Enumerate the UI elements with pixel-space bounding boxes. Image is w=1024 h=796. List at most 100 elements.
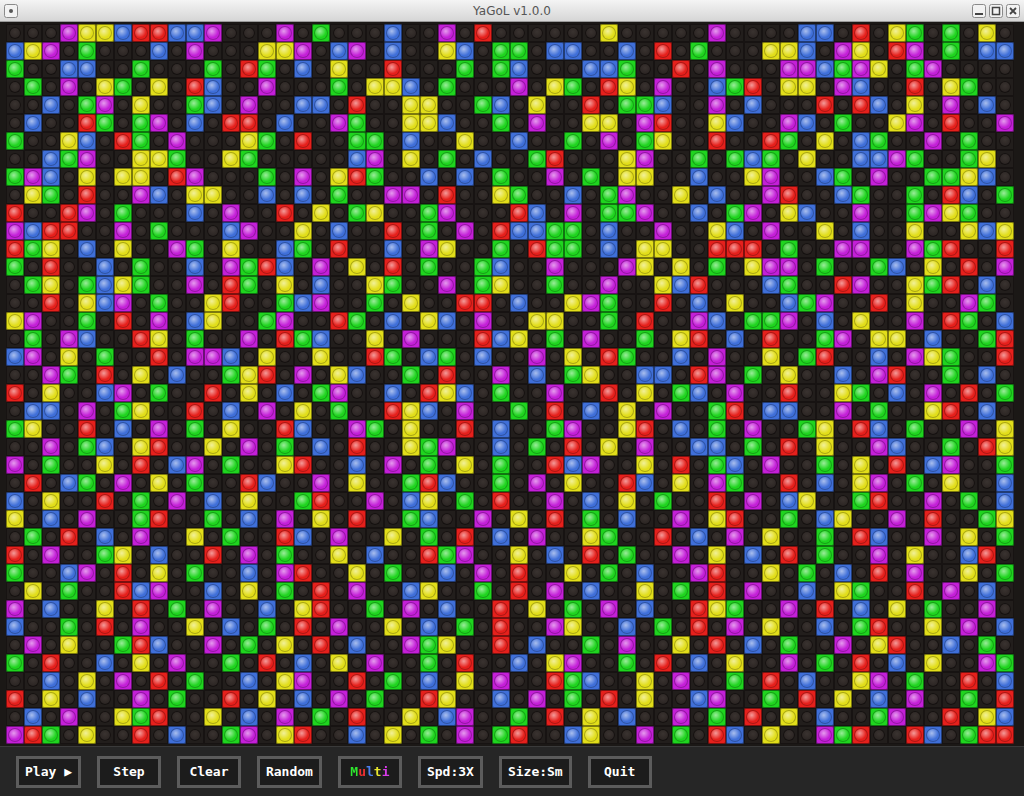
dead-cell[interactable] [330, 348, 348, 366]
live-cell[interactable] [636, 150, 654, 168]
live-cell[interactable] [708, 438, 726, 456]
live-cell[interactable] [384, 618, 402, 636]
dead-cell[interactable] [366, 510, 384, 528]
dead-cell[interactable] [258, 222, 276, 240]
dead-cell[interactable] [564, 60, 582, 78]
live-cell[interactable] [528, 600, 546, 618]
live-cell[interactable] [798, 204, 816, 222]
dead-cell[interactable] [618, 114, 636, 132]
dead-cell[interactable] [6, 294, 24, 312]
dead-cell[interactable] [906, 132, 924, 150]
dead-cell[interactable] [672, 294, 690, 312]
live-cell[interactable] [42, 384, 60, 402]
live-cell[interactable] [78, 132, 96, 150]
dead-cell[interactable] [222, 510, 240, 528]
live-cell[interactable] [888, 438, 906, 456]
dead-cell[interactable] [528, 294, 546, 312]
live-cell[interactable] [942, 456, 960, 474]
live-cell[interactable] [744, 636, 762, 654]
live-cell[interactable] [114, 312, 132, 330]
dead-cell[interactable] [204, 258, 222, 276]
live-cell[interactable] [150, 114, 168, 132]
dead-cell[interactable] [906, 402, 924, 420]
dead-cell[interactable] [330, 600, 348, 618]
dead-cell[interactable] [276, 186, 294, 204]
live-cell[interactable] [582, 492, 600, 510]
live-cell[interactable] [114, 204, 132, 222]
live-cell[interactable] [834, 42, 852, 60]
live-cell[interactable] [330, 366, 348, 384]
live-cell[interactable] [150, 546, 168, 564]
live-cell[interactable] [24, 42, 42, 60]
dead-cell[interactable] [222, 24, 240, 42]
live-cell[interactable] [60, 222, 78, 240]
dead-cell[interactable] [906, 438, 924, 456]
dead-cell[interactable] [258, 240, 276, 258]
dead-cell[interactable] [60, 42, 78, 60]
dead-cell[interactable] [906, 168, 924, 186]
live-cell[interactable] [438, 150, 456, 168]
live-cell[interactable] [42, 276, 60, 294]
dead-cell[interactable] [294, 474, 312, 492]
live-cell[interactable] [870, 150, 888, 168]
dead-cell[interactable] [348, 240, 366, 258]
live-cell[interactable] [168, 24, 186, 42]
live-cell[interactable] [204, 60, 222, 78]
dead-cell[interactable] [312, 564, 330, 582]
live-cell[interactable] [438, 276, 456, 294]
dead-cell[interactable] [906, 600, 924, 618]
live-cell[interactable] [672, 546, 690, 564]
dead-cell[interactable] [564, 24, 582, 42]
live-cell[interactable] [186, 78, 204, 96]
live-cell[interactable] [6, 204, 24, 222]
dead-cell[interactable] [870, 600, 888, 618]
dead-cell[interactable] [330, 438, 348, 456]
live-cell[interactable] [618, 618, 636, 636]
dead-cell[interactable] [42, 60, 60, 78]
live-cell[interactable] [24, 276, 42, 294]
live-cell[interactable] [816, 258, 834, 276]
live-cell[interactable] [78, 474, 96, 492]
live-cell[interactable] [582, 366, 600, 384]
dead-cell[interactable] [870, 78, 888, 96]
live-cell[interactable] [330, 402, 348, 420]
dead-cell[interactable] [564, 582, 582, 600]
dead-cell[interactable] [636, 60, 654, 78]
live-cell[interactable] [240, 222, 258, 240]
dead-cell[interactable] [258, 330, 276, 348]
live-cell[interactable] [96, 294, 114, 312]
dead-cell[interactable] [528, 420, 546, 438]
live-cell[interactable] [186, 330, 204, 348]
dead-cell[interactable] [942, 258, 960, 276]
live-cell[interactable] [312, 438, 330, 456]
live-cell[interactable] [726, 294, 744, 312]
live-cell[interactable] [420, 474, 438, 492]
dead-cell[interactable] [420, 60, 438, 78]
dead-cell[interactable] [78, 492, 96, 510]
dead-cell[interactable] [816, 186, 834, 204]
dead-cell[interactable] [258, 420, 276, 438]
live-cell[interactable] [960, 312, 978, 330]
live-cell[interactable] [870, 96, 888, 114]
live-cell[interactable] [438, 384, 456, 402]
dead-cell[interactable] [258, 150, 276, 168]
dead-cell[interactable] [186, 510, 204, 528]
dead-cell[interactable] [726, 312, 744, 330]
live-cell[interactable] [294, 186, 312, 204]
live-cell[interactable] [6, 492, 24, 510]
live-cell[interactable] [996, 456, 1014, 474]
dead-cell[interactable] [330, 276, 348, 294]
dead-cell[interactable] [96, 186, 114, 204]
dead-cell[interactable] [456, 582, 474, 600]
live-cell[interactable] [420, 456, 438, 474]
live-cell[interactable] [978, 546, 996, 564]
dead-cell[interactable] [852, 258, 870, 276]
dead-cell[interactable] [42, 618, 60, 636]
live-cell[interactable] [330, 168, 348, 186]
dead-cell[interactable] [114, 186, 132, 204]
live-cell[interactable] [312, 24, 330, 42]
live-cell[interactable] [132, 60, 150, 78]
dead-cell[interactable] [546, 600, 564, 618]
live-cell[interactable] [798, 60, 816, 78]
live-cell[interactable] [960, 204, 978, 222]
